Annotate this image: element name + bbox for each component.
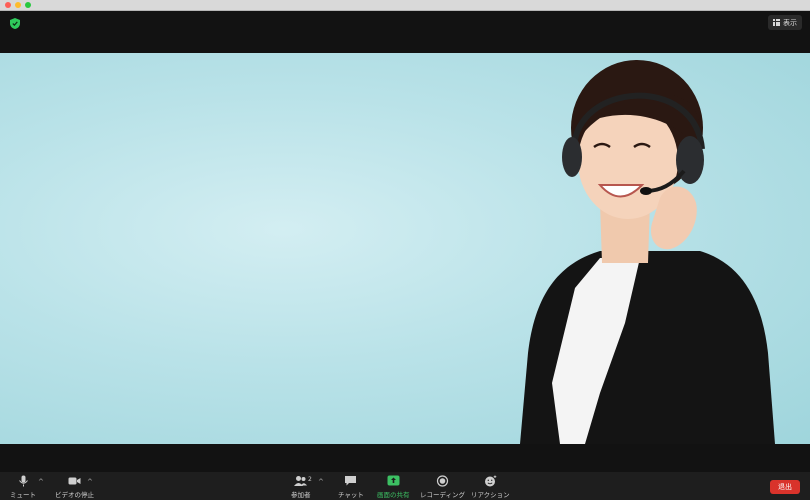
grid-icon	[773, 19, 780, 26]
view-button[interactable]: 表示	[768, 15, 802, 30]
chat-label: チャット	[338, 491, 364, 499]
participants-count: 2	[308, 476, 312, 483]
reactions-button[interactable]: リアクション	[471, 475, 510, 499]
headset-left-earcup	[562, 137, 582, 177]
share-screen-icon	[387, 475, 400, 486]
chat-button[interactable]: チャット	[338, 475, 364, 499]
meeting-top-bar: 表示	[0, 11, 810, 53]
participant-video-image	[520, 60, 775, 444]
share-screen-label: 画面の共有	[377, 491, 410, 499]
video-feed	[0, 53, 810, 444]
stop-video-label: ビデオの停止	[55, 491, 94, 499]
record-label: レコーディング	[420, 491, 466, 499]
shield-icon[interactable]	[10, 18, 20, 29]
record-icon	[436, 475, 449, 487]
window-titlebar	[0, 0, 810, 11]
participants-label: 参加者	[291, 491, 311, 499]
record-button[interactable]: レコーディング	[420, 475, 465, 499]
audio-options-chevron-icon[interactable]: ^	[38, 478, 44, 486]
share-screen-button[interactable]: 画面の共有	[377, 475, 410, 499]
view-label: 表示	[783, 18, 797, 27]
reactions-label: リアクション	[471, 491, 510, 499]
emoji-reaction-icon	[484, 475, 497, 487]
chat-icon	[345, 476, 357, 486]
meeting-toolbar: ミュート ^ ビデオの停止 ^ 参加者 2 ^ チャット 画面の共有 レコーディ…	[0, 472, 810, 500]
video-bottom-letterbox	[0, 444, 810, 472]
minimize-window-button[interactable]	[15, 2, 21, 8]
leave-meeting-button[interactable]: 退出	[770, 480, 800, 494]
close-window-button[interactable]	[5, 2, 11, 8]
mute-label: ミュート	[10, 491, 36, 499]
mute-button[interactable]: ミュート	[10, 475, 36, 499]
participants-options-chevron-icon[interactable]: ^	[318, 478, 324, 486]
participants-icon	[294, 476, 308, 486]
maximize-window-button[interactable]	[25, 2, 31, 8]
video-options-chevron-icon[interactable]: ^	[87, 478, 93, 486]
microphone-icon	[18, 475, 28, 487]
video-camera-icon	[68, 477, 81, 485]
